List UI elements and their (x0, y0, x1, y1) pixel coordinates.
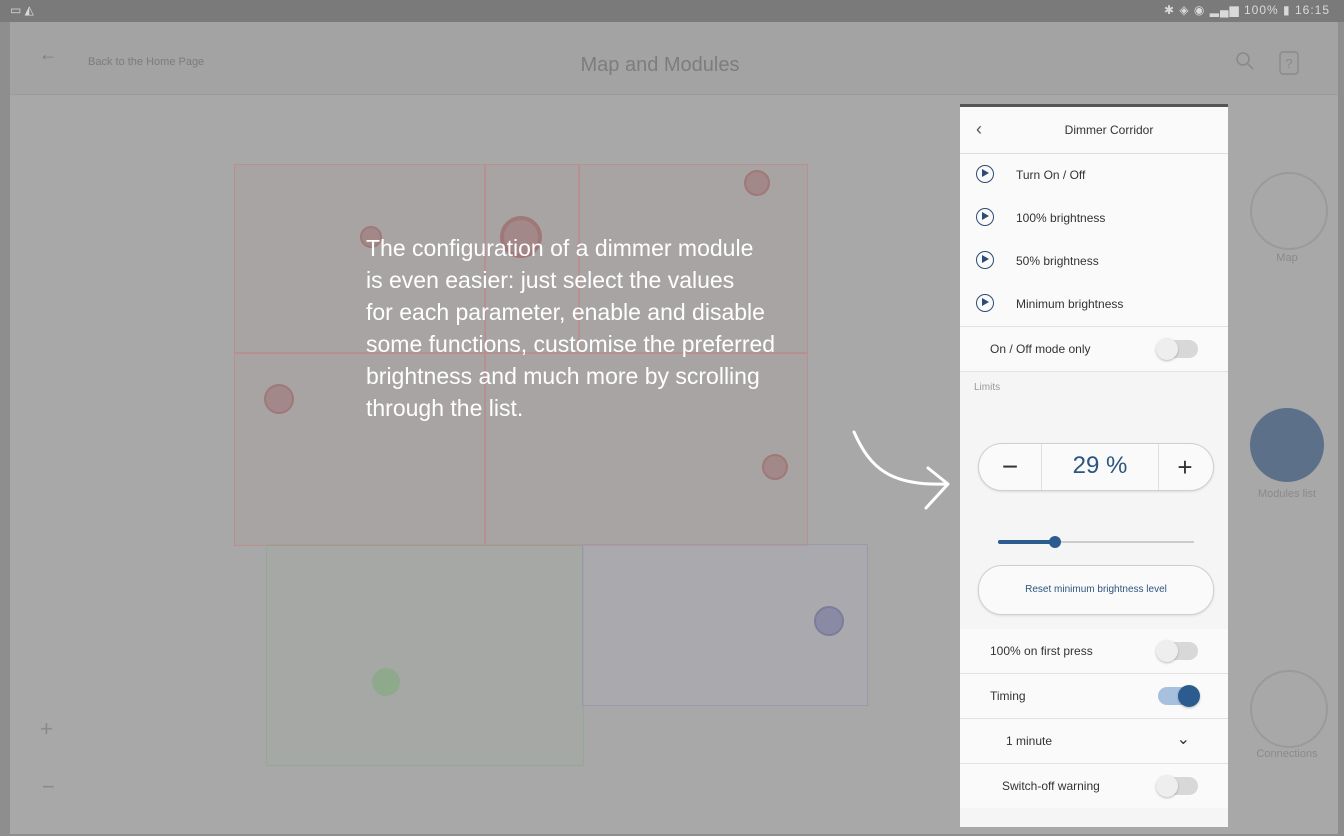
chevron-down-icon: ⌄ (1176, 731, 1190, 748)
onoff-mode-label: On / Off mode only (990, 342, 1091, 356)
timing-row: Timing (960, 673, 1228, 718)
onoff-mode-toggle[interactable] (1156, 338, 1198, 360)
tutorial-arrow-icon (852, 430, 950, 510)
connections-icon[interactable] (1250, 670, 1328, 748)
toggle-knob (1178, 685, 1200, 707)
status-left-icons: ▭ ◭ (10, 3, 34, 17)
status-right-icons: ✱ ◈ ◉ ▂▄▆ 100% ▮ 16:15 (1163, 3, 1330, 17)
first-press-label: 100% on first press (990, 644, 1093, 658)
reset-minimum-brightness-button[interactable]: Reset minimum brightness level (978, 565, 1214, 615)
action-label: 50% brightness (1016, 254, 1099, 268)
decrement-button[interactable]: − (979, 444, 1041, 490)
zoom-in-button[interactable]: + (40, 716, 53, 742)
toggle-knob (1156, 338, 1178, 360)
brightness-slider[interactable] (998, 535, 1194, 549)
map-device-marker[interactable] (372, 668, 400, 696)
play-icon (976, 294, 994, 312)
play-icon (976, 208, 994, 226)
timing-duration-value: 1 minute (1006, 734, 1053, 748)
slider-fill (998, 540, 1055, 544)
overlay-line: brightness and much more by scrolling (366, 363, 760, 389)
onoff-mode-row: On / Off mode only (960, 326, 1228, 371)
map-icon[interactable] (1250, 172, 1328, 250)
action-turn-on-off[interactable]: Turn On / Off (960, 154, 1228, 197)
map-device-marker[interactable] (744, 170, 770, 196)
panel-title: Dimmer Corridor (1064, 123, 1154, 137)
panel-lower-settings: 100% on first press Timing 1 minute ⌄ Sw… (960, 629, 1228, 808)
increment-button[interactable]: + (1157, 444, 1213, 490)
action-label: Turn On / Off (1016, 168, 1086, 182)
top-bar: ← Back to the Home Page Map and Modules … (10, 22, 1338, 95)
search-icon[interactable] (1232, 50, 1258, 76)
brightness-value: 29 % (1041, 444, 1159, 490)
action-50-brightness[interactable]: 50% brightness (960, 240, 1228, 283)
page-title: Map and Modules (580, 54, 740, 76)
modules-list-icon[interactable] (1250, 408, 1324, 482)
timing-duration-select[interactable]: 1 minute ⌄ (960, 718, 1228, 763)
sidebar-label-connections[interactable]: Connections (1232, 748, 1342, 760)
map-device-marker[interactable] (762, 454, 788, 480)
overlay-line: some functions, customise the preferred (366, 331, 776, 357)
slider-thumb[interactable] (1048, 536, 1061, 548)
help-icon[interactable]: ? (1276, 50, 1302, 76)
sidebar-label-map[interactable]: Map (1232, 252, 1342, 264)
switch-off-warning-row: Switch-off warning (960, 763, 1228, 808)
overlay-line: The configuration of a dimmer module (366, 235, 754, 261)
tutorial-overlay-text: The configuration of a dimmer module is … (366, 232, 926, 424)
map-room[interactable] (266, 544, 584, 766)
dimmer-settings-panel: ‹ Dimmer Corridor Turn On / Off 100% bri… (960, 104, 1228, 827)
action-minimum-brightness[interactable]: Minimum brightness (960, 283, 1228, 326)
switch-off-warning-toggle[interactable] (1156, 775, 1198, 797)
timing-toggle[interactable] (1158, 685, 1200, 707)
zoom-out-button[interactable]: − (42, 774, 55, 800)
action-label: Minimum brightness (1016, 297, 1124, 311)
svg-text:?: ? (1285, 56, 1292, 71)
timing-label: Timing (990, 689, 1026, 703)
switch-off-warning-label: Switch-off warning (1002, 779, 1100, 793)
overlay-line: is even easier: just select the values (366, 267, 735, 293)
toggle-knob (1156, 775, 1178, 797)
first-press-row: 100% on first press (960, 629, 1228, 673)
toggle-knob (1156, 640, 1178, 662)
overlay-line: through the list. (366, 395, 524, 421)
map-device-marker[interactable] (814, 606, 844, 636)
limits-label: Limits (974, 382, 1001, 393)
brightness-stepper: − 29 % + (978, 443, 1214, 491)
action-100-brightness[interactable]: 100% brightness (960, 197, 1228, 240)
panel-header: ‹ Dimmer Corridor (960, 107, 1228, 154)
play-icon (976, 165, 994, 183)
play-icon (976, 251, 994, 269)
map-device-marker[interactable] (264, 384, 294, 414)
first-press-toggle[interactable] (1156, 640, 1198, 662)
panel-back-chevron-icon[interactable]: ‹ (976, 119, 982, 140)
action-label: 100% brightness (1016, 211, 1106, 225)
overlay-line: for each parameter, enable and disable (366, 299, 765, 325)
status-bar: ▭ ◭ ✱ ◈ ◉ ▂▄▆ 100% ▮ 16:15 (0, 0, 1344, 22)
sidebar-label-modules-list[interactable]: Modules list (1232, 488, 1342, 500)
limits-section: Limits (960, 371, 1228, 402)
